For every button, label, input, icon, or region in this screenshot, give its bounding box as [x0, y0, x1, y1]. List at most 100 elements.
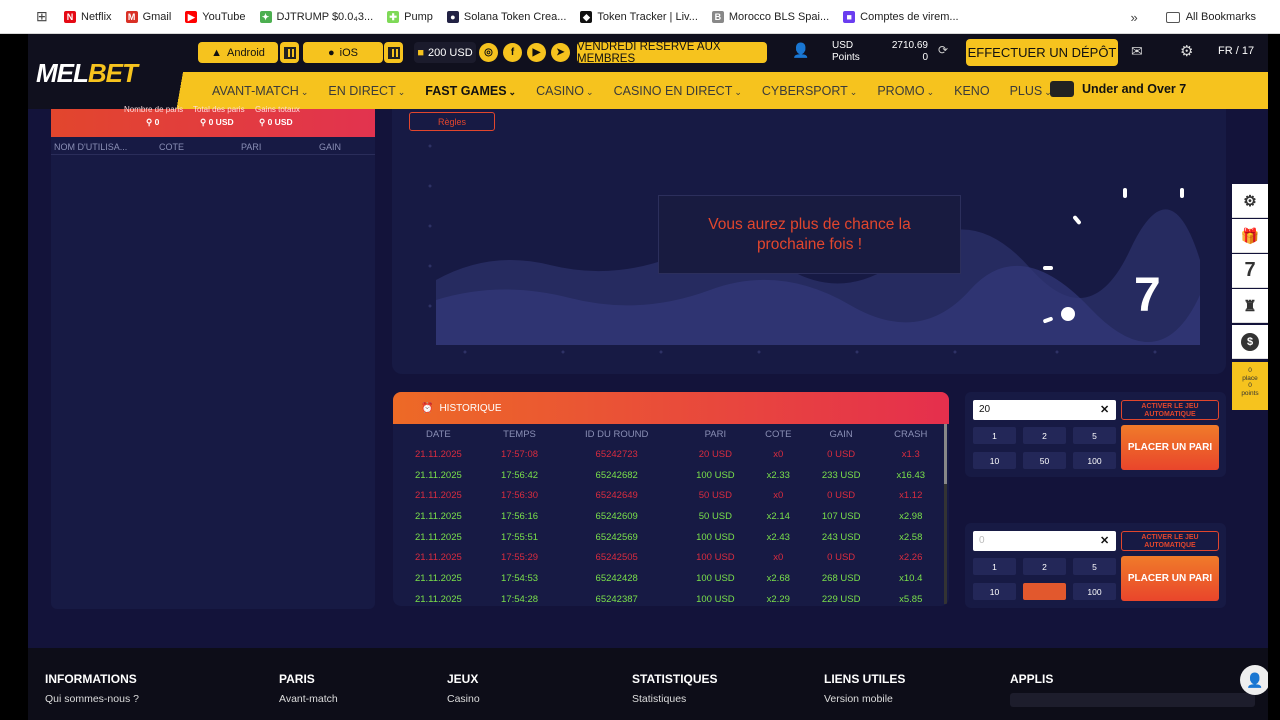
history-cell: 21.11.2025: [414, 510, 462, 522]
nav-item[interactable]: KENO: [954, 84, 989, 98]
nav-item[interactable]: AVANT-MATCH ⌄: [212, 84, 308, 98]
footer-link-mobile[interactable]: Version mobile: [824, 693, 893, 705]
quick-amount-button[interactable]: 50: [1023, 452, 1066, 469]
bookmark-list: N Netflix M Gmail ▶ YouTube ✦ DJTRUMP $0.0₄3...…: [64, 10, 973, 23]
chevron-down-icon: ⌄: [586, 86, 594, 97]
bookmark-item[interactable]: ▶ YouTube: [185, 10, 246, 23]
bookmark-label: Gmail: [142, 10, 172, 23]
facebook-icon[interactable]: f: [503, 43, 522, 62]
dice-icon: [1050, 81, 1074, 97]
points-widget[interactable]: 0 place 0 points: [1232, 362, 1268, 410]
col-username: NOM D'UTILISA...: [54, 142, 128, 152]
quick-amount-button[interactable]: 2: [1023, 558, 1066, 575]
quick-amount-button[interactable]: 10: [973, 452, 1016, 469]
youtube-icon[interactable]: ▶: [527, 43, 546, 62]
bookmark-item[interactable]: ● Solana Token Crea...: [446, 10, 566, 23]
chat-support-icon[interactable]: 👤: [1240, 665, 1270, 695]
all-bookmarks-button[interactable]: All Bookmarks: [1165, 11, 1256, 23]
bookmark-favicon-icon: ◆: [580, 10, 593, 23]
bonus-button[interactable]: ■ 200 USD: [414, 42, 476, 63]
quick-amount-button[interactable]: 100: [1073, 452, 1116, 469]
user-icon[interactable]: 👤: [792, 42, 809, 59]
footer-title-apps: APPLIS: [1010, 672, 1054, 686]
nav-item[interactable]: PLUS ⌄: [1010, 84, 1052, 98]
chevron-down-icon: ⌄: [397, 86, 406, 97]
place-bet-button-2[interactable]: PLACER UN PARI: [1121, 556, 1219, 601]
android-qr-button[interactable]: [280, 42, 299, 63]
bookmark-item[interactable]: N Netflix: [64, 10, 112, 23]
android-app-button[interactable]: ▲ Android: [198, 42, 278, 63]
quick-amount-button[interactable]: 2: [1023, 427, 1066, 444]
stat-label-total: Total des paris: [193, 105, 245, 114]
footer-link-casino[interactable]: Casino: [447, 693, 480, 705]
quick-amount-button[interactable]: 100: [1073, 583, 1116, 600]
seven-icon[interactable]: 7: [1232, 254, 1268, 288]
promo-banner-button[interactable]: VENDREDI RÉSERVÉ AUX MEMBRES: [577, 41, 767, 65]
badge-icon[interactable]: ♜: [1232, 289, 1268, 323]
clear-bet-1-icon[interactable]: ✕: [1100, 403, 1109, 416]
clear-bet-2-icon[interactable]: ✕: [1100, 534, 1109, 547]
rules-button[interactable]: Règles: [409, 112, 495, 131]
featured-game-link[interactable]: Under and Over 7: [1050, 81, 1186, 97]
ios-app-button[interactable]: ● iOS: [303, 42, 383, 63]
bookmark-item[interactable]: ■ Comptes de virem...: [843, 10, 959, 23]
bookmark-item[interactable]: ◆ Token Tracker | Liv...: [580, 10, 698, 23]
bet-amount-input-1[interactable]: 20: [973, 400, 1116, 420]
nav-item[interactable]: EN DIRECT ⌄: [328, 84, 405, 98]
account-values: 2710.69 0: [880, 40, 928, 64]
place-bet-button-1[interactable]: PLACER UN PARI: [1121, 425, 1219, 470]
app-download-buttons[interactable]: [1010, 693, 1255, 707]
bookmark-item[interactable]: ✦ DJTRUMP $0.0₄3...: [259, 10, 373, 23]
quick-amount-button[interactable]: 10: [973, 583, 1016, 600]
bookmarks-overflow-icon[interactable]: »: [1130, 10, 1137, 25]
history-cell: 65242609: [595, 510, 638, 522]
ios-qr-button[interactable]: [384, 42, 403, 63]
telegram-icon[interactable]: ➤: [551, 43, 570, 62]
bookmarks-bar: ⊞ N Netflix M Gmail ▶ YouTube ✦ DJTRUMP $0.0₄3.…: [0, 0, 1280, 34]
gear-icon[interactable]: ⚙: [1180, 42, 1193, 60]
points-widget-points-label: points: [1241, 389, 1259, 397]
history-cell: 0 USD: [827, 448, 856, 460]
points-value: 0: [922, 52, 928, 63]
refresh-icon[interactable]: ⟳: [938, 43, 948, 57]
nav-item[interactable]: CYBERSPORT ⌄: [762, 84, 857, 98]
bookmark-item[interactable]: M Gmail: [125, 10, 172, 23]
mail-icon[interactable]: ✉: [1131, 43, 1143, 60]
history-cell: 17:55:29: [501, 552, 539, 564]
bookmark-item[interactable]: ✚ Pump: [387, 10, 433, 23]
dollar-icon[interactable]: $: [1232, 325, 1268, 359]
footer-link-stats[interactable]: Statistiques: [632, 693, 686, 705]
stat-gains: 0 USD: [267, 117, 293, 127]
stat-total: 0 USD: [208, 117, 234, 127]
nav-item-label: CASINO EN DIRECT: [613, 83, 733, 98]
quick-amount-button[interactable]: 1: [973, 427, 1016, 444]
gift-icon[interactable]: 🎁: [1232, 219, 1268, 253]
nav-item[interactable]: CASINO ⌄: [536, 84, 593, 98]
account-labels[interactable]: USD Points: [832, 40, 860, 64]
instagram-icon[interactable]: ◎: [479, 43, 498, 62]
history-row: 21.11.2025 17:56:42 65242682 100 USD x2.33 23…: [393, 465, 943, 486]
deposit-button[interactable]: EFFECTUER UN DÉPÔT: [966, 39, 1118, 66]
nav-item[interactable]: FAST GAMES ⌄: [425, 84, 516, 98]
bookmark-item[interactable]: B Morocco BLS Spai...: [711, 10, 829, 23]
history-scroll-thumb[interactable]: [944, 424, 947, 484]
auto-play-button-2[interactable]: ACTIVER LE JEU AUTOMATIQUE: [1121, 531, 1219, 551]
col-gain: GAIN: [319, 142, 342, 152]
footer-link-prematch[interactable]: Avant-match: [279, 693, 338, 705]
auto-play-button-1[interactable]: ACTIVER LE JEU AUTOMATIQUE: [1121, 400, 1219, 420]
quick-amount-button[interactable]: 5: [1073, 427, 1116, 444]
footer-link-about[interactable]: Qui sommes-nous ?: [45, 693, 139, 705]
history-cell: x2.58: [899, 531, 923, 543]
apps-grid-icon[interactable]: ⊞: [36, 8, 64, 25]
quick-amount-button[interactable]: 1: [973, 558, 1016, 575]
bonus-amount: 200 USD: [428, 46, 473, 59]
quick-amount-button[interactable]: [1023, 583, 1066, 600]
melbet-logo[interactable]: MELBET: [36, 58, 138, 89]
nav-item[interactable]: PROMO ⌄: [877, 84, 934, 98]
points-label: Points: [832, 52, 860, 63]
support-agent-icon[interactable]: ⚙: [1232, 184, 1268, 218]
quick-amount-button[interactable]: 5: [1073, 558, 1116, 575]
nav-item[interactable]: CASINO EN DIRECT ⌄: [614, 84, 742, 98]
language-selector[interactable]: FR / 17: [1218, 45, 1254, 57]
bet-amount-input-2[interactable]: 0: [973, 531, 1116, 551]
